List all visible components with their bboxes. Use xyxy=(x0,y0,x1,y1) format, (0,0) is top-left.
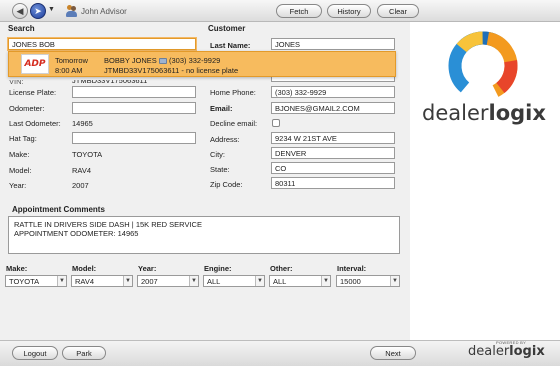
decline-email-label: Decline email: xyxy=(210,119,258,128)
email-label: Email: xyxy=(210,104,233,113)
filter-model-select[interactable]: RAV4 ▼ xyxy=(71,275,133,287)
clear-button[interactable]: Clear xyxy=(377,4,419,18)
last-name-field[interactable]: JONES xyxy=(271,38,395,50)
make-value: TOYOTA xyxy=(72,150,103,159)
filter-other-select[interactable]: ALL ▼ xyxy=(269,275,331,287)
filter-make-select[interactable]: TOYOTA ▼ xyxy=(5,275,67,287)
last-odometer-label: Last Odometer: xyxy=(9,119,61,128)
advisor-selector[interactable]: John Advisor xyxy=(66,4,127,18)
filter-year-select[interactable]: 2007 ▼ xyxy=(137,275,199,287)
history-button[interactable]: History xyxy=(327,4,371,18)
forward-arrow-icon: ➤ xyxy=(34,5,42,16)
filter-model-label: Model: xyxy=(72,264,97,273)
dealerlogix-app: ◀ ➤ ▼ John Advisor Fetch History Clear S… xyxy=(0,0,560,366)
filter-interval-select[interactable]: 15000 ▼ xyxy=(336,275,400,287)
nav-menu-caret-icon[interactable]: ▼ xyxy=(48,6,55,13)
home-phone-field[interactable]: (303) 332-9929 xyxy=(271,86,395,98)
search-result-item[interactable]: ADP Tomorrow 8:00 AM BOBBY JONES (303) 3… xyxy=(8,51,396,77)
chevron-down-icon: ▼ xyxy=(321,276,330,286)
year-value: 2007 xyxy=(72,181,89,190)
city-label: City: xyxy=(210,150,225,159)
result-vin-note: JTMBD33V175063611 - no license plate xyxy=(104,66,239,75)
chevron-down-icon: ▼ xyxy=(390,276,399,286)
users-icon xyxy=(66,5,78,17)
next-button[interactable]: Next xyxy=(370,346,416,360)
filter-engine-label: Engine: xyxy=(204,264,232,273)
dealerlogix-wordmark: dealerlogix xyxy=(422,101,546,125)
phone-icon xyxy=(159,58,167,65)
email-field[interactable]: BJONES@GMAIL2.COM xyxy=(271,102,395,114)
zip-code-field[interactable]: 80311 xyxy=(271,177,395,189)
park-button[interactable]: Park xyxy=(62,346,106,360)
advisor-name: John Advisor xyxy=(81,6,127,16)
chevron-down-icon: ▼ xyxy=(189,276,198,286)
decline-email-checkbox[interactable] xyxy=(272,119,280,127)
logout-button[interactable]: Logout xyxy=(12,346,58,360)
result-phone: (303) 332-9929 xyxy=(159,56,220,65)
back-button[interactable]: ◀ xyxy=(12,3,28,19)
adp-logo: ADP xyxy=(21,54,49,74)
hat-tag-label: Hat Tag: xyxy=(9,134,37,143)
filter-make-label: Make: xyxy=(6,264,28,273)
search-title: Search xyxy=(8,24,35,33)
dealerlogix-ring-logo xyxy=(448,31,518,101)
filter-year-label: Year: xyxy=(138,264,157,273)
result-time: 8:00 AM xyxy=(55,66,83,75)
appointment-comments-title: Appointment Comments xyxy=(12,205,105,214)
comment-line-1: RATTLE IN DRIVERS SIDE DASH | 15K RED SE… xyxy=(14,220,202,229)
filter-engine-select[interactable]: ALL ▼ xyxy=(203,275,265,287)
odometer-field[interactable] xyxy=(72,102,196,114)
chevron-down-icon: ▼ xyxy=(57,276,66,286)
license-plate-field[interactable] xyxy=(72,86,196,98)
result-customer-name: BOBBY JONES xyxy=(104,56,157,65)
last-name-label: Last Name: xyxy=(210,41,251,50)
hat-tag-field[interactable] xyxy=(72,132,196,144)
make-label: Make: xyxy=(9,150,30,159)
year-label: Year: xyxy=(9,181,27,190)
state-label: State: xyxy=(210,165,230,174)
last-odometer-value: 14965 xyxy=(72,119,93,128)
filter-interval-label: Interval: xyxy=(337,264,367,273)
filter-other-label: Other: xyxy=(270,264,293,273)
home-phone-label: Home Phone: xyxy=(210,88,256,97)
chevron-down-icon: ▼ xyxy=(255,276,264,286)
license-plate-label: License Plate: xyxy=(9,88,57,97)
customer-title: Customer xyxy=(208,24,246,33)
toolbar: ◀ ➤ ▼ John Advisor Fetch History Clear xyxy=(0,0,560,22)
model-value: RAV4 xyxy=(72,166,92,175)
footer-dealerlogix-logo: dealerlogix xyxy=(468,344,545,359)
fetch-button[interactable]: Fetch xyxy=(276,4,322,18)
odometer-label: Odometer: xyxy=(9,104,45,113)
city-field[interactable]: DENVER xyxy=(271,147,395,159)
address-field[interactable]: 9234 W 21ST AVE xyxy=(271,132,395,144)
state-field[interactable]: CO xyxy=(271,162,395,174)
forward-button[interactable]: ➤ xyxy=(30,3,46,19)
search-input[interactable]: JONES BOB xyxy=(8,38,196,50)
result-day: Tomorrow xyxy=(55,56,88,65)
address-label: Address: xyxy=(210,135,240,144)
model-label: Model: xyxy=(9,166,32,175)
back-arrow-icon: ◀ xyxy=(16,5,24,16)
appointment-comments-textarea[interactable]: RATTLE IN DRIVERS SIDE DASH | 15K RED SE… xyxy=(8,216,400,254)
comment-line-2: APPOINTMENT ODOMETER: 14965 xyxy=(14,229,139,238)
zip-code-label: Zip Code: xyxy=(210,180,243,189)
chevron-down-icon: ▼ xyxy=(123,276,132,286)
